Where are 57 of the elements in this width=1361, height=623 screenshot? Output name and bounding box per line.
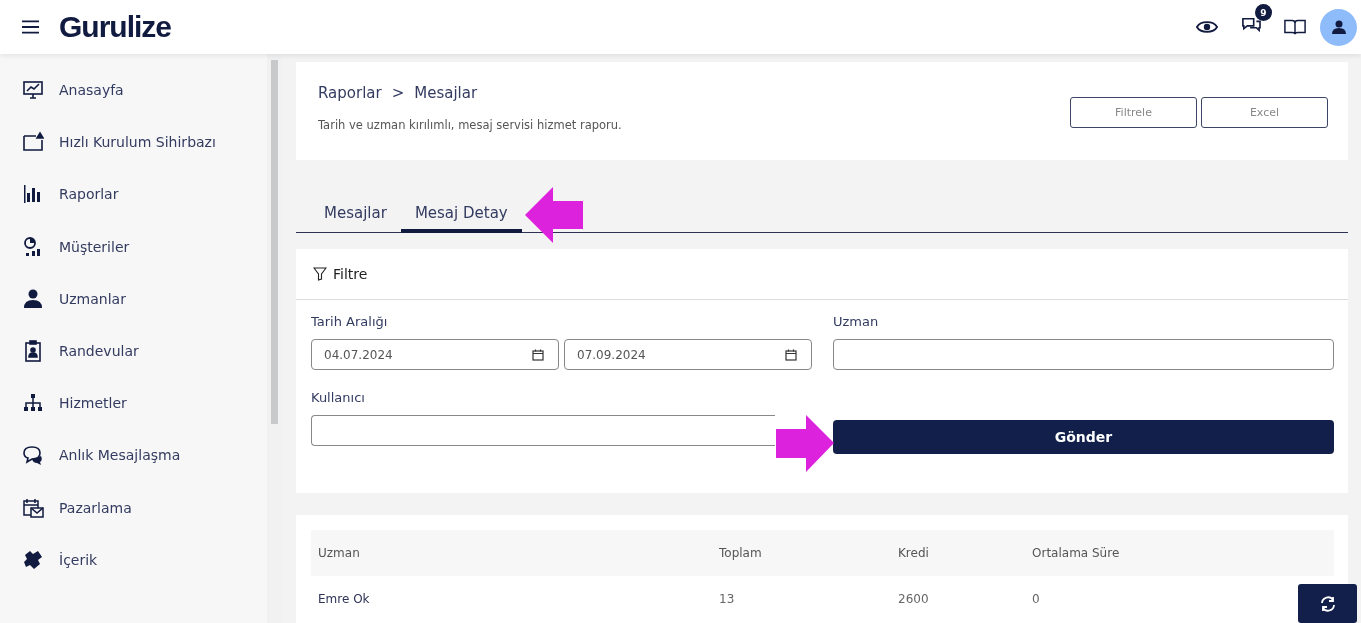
filter-title: Filtre <box>333 266 368 282</box>
person-icon <box>22 287 44 310</box>
refresh-button[interactable] <box>1298 584 1357 623</box>
table-cell: 0 <box>1032 592 1040 606</box>
sidebar-item[interactable]: Raporlar <box>0 168 268 221</box>
field-label: Tarih Aralığı <box>311 314 389 329</box>
date-field[interactable]: 04.07.2024 <box>311 339 559 370</box>
puzzle-icon <box>22 548 44 571</box>
column-header: Uzman <box>318 546 360 560</box>
breadcrumb-link[interactable]: Raporlar <box>318 84 382 102</box>
chat-icon[interactable] <box>1240 16 1262 34</box>
user-field[interactable] <box>311 415 775 446</box>
window-icon <box>22 131 44 154</box>
filter-icon <box>313 267 327 281</box>
sidebar-item[interactable]: Randevular <box>0 324 268 378</box>
menu-icon[interactable] <box>22 20 39 34</box>
monitor-icon <box>22 79 44 102</box>
sidebar-item[interactable]: Uzmanlar <box>0 272 268 325</box>
table-cell: Emre Ok <box>318 592 370 606</box>
sidebar-item[interactable]: Hızlı Kurulum Sihirbazı <box>0 116 268 169</box>
scrollbar-thumb[interactable] <box>271 60 279 424</box>
table-cell: 13 <box>719 592 735 606</box>
tab[interactable]: Mesajlar <box>310 198 401 233</box>
page-description: Tarih ve uzman kırılımlı, mesaj servisi hizmet raporu. <box>318 118 622 132</box>
column-header: Toplam <box>719 546 762 560</box>
expert-field[interactable] <box>833 339 1334 370</box>
book-icon[interactable] <box>1284 18 1306 36</box>
clipboard-icon <box>22 340 44 363</box>
chat-icon <box>22 444 44 467</box>
table-cell: 2600 <box>898 592 929 606</box>
calendar-icon[interactable] <box>785 348 797 361</box>
sidebar-item[interactable]: Pazarlama <box>0 481 268 534</box>
user-avatar[interactable] <box>1320 8 1357 46</box>
arrow-annotation-icon <box>776 415 834 472</box>
field-label: Kullanıcı <box>311 390 366 405</box>
column-header: Ortalama Süre <box>1032 546 1120 560</box>
sidebar-item[interactable]: Anlık Mesajlaşma <box>0 429 268 482</box>
calendar-icon[interactable] <box>532 348 544 361</box>
calendar-mail-icon <box>22 496 44 519</box>
breadcrumb-current: Mesajlar <box>414 84 478 102</box>
tab[interactable]: Mesaj Detay <box>400 198 522 233</box>
logo[interactable]: Gurulize <box>59 10 171 44</box>
sidebar-item[interactable]: İçerik <box>0 533 268 586</box>
submit-button[interactable]: Gönder <box>833 420 1334 454</box>
sidebar-item[interactable]: Müşteriler <box>0 220 268 273</box>
sidebar-item[interactable]: Hizmetler <box>0 377 268 430</box>
eye-icon[interactable] <box>1196 18 1218 36</box>
arrow-annotation-icon <box>525 187 583 243</box>
refresh-icon <box>1319 595 1336 612</box>
date-field[interactable]: 07.09.2024 <box>564 339 812 370</box>
breadcrumb-separator: > <box>391 84 405 102</box>
sidebar-item[interactable]: Anasayfa <box>0 64 268 117</box>
excel-button[interactable]: Excel <box>1201 97 1328 128</box>
column-header: Kredi <box>898 546 929 560</box>
notification-badge: 9 <box>1255 4 1272 21</box>
field-label: Uzman <box>833 314 880 329</box>
filter-button[interactable]: Filtrele <box>1070 97 1197 128</box>
